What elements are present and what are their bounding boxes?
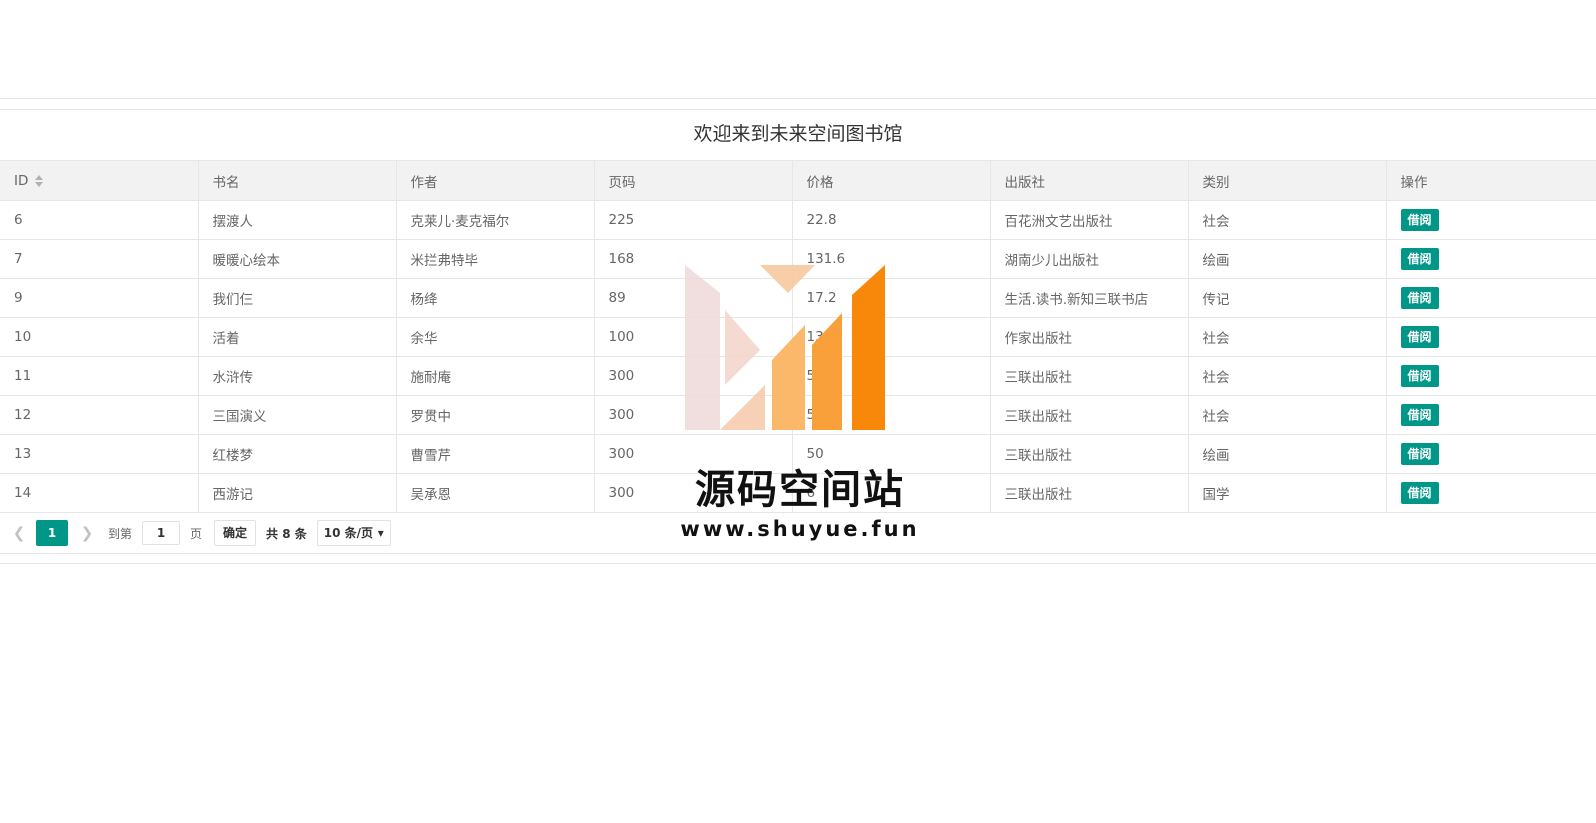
- cell-title: 水浒传: [198, 356, 397, 396]
- sort-icon[interactable]: [35, 174, 44, 188]
- page-unit-label: 页: [190, 526, 203, 541]
- cell-category: 绘画: [1188, 239, 1387, 279]
- cell-author: 余华: [396, 317, 595, 357]
- total-count: 共 8 条: [266, 526, 307, 541]
- cell-title: 西游记: [198, 473, 397, 513]
- table-header-row: ID 书名 作者 页码 价格 出版社 类别 操作: [0, 160, 1596, 201]
- watermark-url: www.shuyue.fun: [680, 517, 920, 541]
- cell-category: 社会: [1188, 356, 1387, 396]
- cell-id: 7: [0, 239, 199, 279]
- column-header-id[interactable]: ID: [0, 160, 199, 201]
- cell-publisher: 作家出版社: [990, 317, 1189, 357]
- borrow-button[interactable]: 借阅: [1400, 365, 1439, 387]
- cell-category: 绘画: [1188, 434, 1387, 474]
- confirm-button[interactable]: 确定: [214, 520, 257, 546]
- borrow-button[interactable]: 借阅: [1400, 443, 1439, 465]
- cell-author: 施耐庵: [396, 356, 595, 396]
- borrow-button[interactable]: 借阅: [1400, 287, 1439, 309]
- page-title: 欢迎来到未来空间图书馆: [693, 123, 903, 145]
- cell-publisher: 三联出版社: [990, 356, 1189, 396]
- cell-actions: 借阅: [1386, 200, 1596, 240]
- borrow-button[interactable]: 借阅: [1400, 326, 1439, 348]
- cell-category: 社会: [1188, 200, 1387, 240]
- cell-author: 杨绛: [396, 278, 595, 318]
- cell-id: 6: [0, 200, 199, 240]
- cell-category: 社会: [1188, 317, 1387, 357]
- borrow-button[interactable]: 借阅: [1400, 482, 1439, 504]
- cell-author: 克莱儿·麦克福尔: [396, 200, 595, 240]
- cell-id: 9: [0, 278, 199, 318]
- watermark-logo: 源码空间站 www.shuyue.fun: [680, 265, 920, 555]
- cell-author: 米拦弗特毕: [396, 239, 595, 279]
- cell-price: 22.8: [792, 200, 991, 240]
- cell-actions: 借阅: [1386, 239, 1596, 279]
- cell-pages: 225: [594, 200, 793, 240]
- borrow-button[interactable]: 借阅: [1400, 209, 1439, 231]
- cell-actions: 借阅: [1386, 317, 1596, 357]
- cell-author: 曹雪芹: [396, 434, 595, 474]
- cell-title: 三国演义: [198, 395, 397, 435]
- cell-category: 社会: [1188, 395, 1387, 435]
- cell-actions: 借阅: [1386, 473, 1596, 513]
- column-header-pages: 页码: [594, 160, 793, 201]
- cell-id: 11: [0, 356, 199, 396]
- cell-actions: 借阅: [1386, 278, 1596, 318]
- column-header-price: 价格: [792, 160, 991, 201]
- logo-graphic-icon: [685, 265, 885, 430]
- cell-author: 吴承恩: [396, 473, 595, 513]
- bottom-divider: [0, 563, 1596, 564]
- cell-author: 罗贯中: [396, 395, 595, 435]
- page-size-select[interactable]: 10 条/页 ▾: [316, 520, 391, 546]
- borrow-button[interactable]: 借阅: [1400, 248, 1439, 270]
- cell-category: 传记: [1188, 278, 1387, 318]
- cell-title: 摆渡人: [198, 200, 397, 240]
- column-header-author: 作者: [396, 160, 595, 201]
- column-header-title: 书名: [198, 160, 397, 201]
- column-header-publisher: 出版社: [990, 160, 1189, 201]
- cell-publisher: 百花洲文艺出版社: [990, 200, 1189, 240]
- column-header-actions: 操作: [1386, 160, 1596, 201]
- dropdown-arrow-icon: ▾: [377, 526, 384, 540]
- cell-title: 活着: [198, 317, 397, 357]
- cell-actions: 借阅: [1386, 356, 1596, 396]
- goto-label: 到第: [108, 526, 133, 541]
- goto-page-input[interactable]: [142, 521, 181, 545]
- cell-publisher: 三联出版社: [990, 395, 1189, 435]
- cell-publisher: 湖南少儿出版社: [990, 239, 1189, 279]
- cell-id: 10: [0, 317, 199, 357]
- cell-category: 国学: [1188, 473, 1387, 513]
- top-divider: [0, 98, 1596, 99]
- cell-id: 14: [0, 473, 199, 513]
- cell-title: 暖暖心绘本: [198, 239, 397, 279]
- column-header-category: 类别: [1188, 160, 1387, 201]
- page-size-value: 10 条/页: [323, 526, 374, 540]
- cell-id: 12: [0, 395, 199, 435]
- chevron-left-icon[interactable]: ❮: [8, 524, 30, 542]
- cell-id: 13: [0, 434, 199, 474]
- cell-publisher: 生活.读书.新知三联书店: [990, 278, 1189, 318]
- cell-actions: 借阅: [1386, 434, 1596, 474]
- table-row: 6 摆渡人 克莱儿·麦克福尔 225 22.8 百花洲文艺出版社 社会 借阅: [0, 200, 1596, 240]
- page-number-current[interactable]: 1: [36, 520, 68, 546]
- cell-title: 我们仨: [198, 278, 397, 318]
- cell-title: 红楼梦: [198, 434, 397, 474]
- watermark-title: 源码空间站: [695, 467, 905, 513]
- cell-publisher: 三联出版社: [990, 473, 1189, 513]
- cell-publisher: 三联出版社: [990, 434, 1189, 474]
- cell-actions: 借阅: [1386, 395, 1596, 435]
- borrow-button[interactable]: 借阅: [1400, 404, 1439, 426]
- chevron-right-icon[interactable]: ❯: [76, 524, 98, 542]
